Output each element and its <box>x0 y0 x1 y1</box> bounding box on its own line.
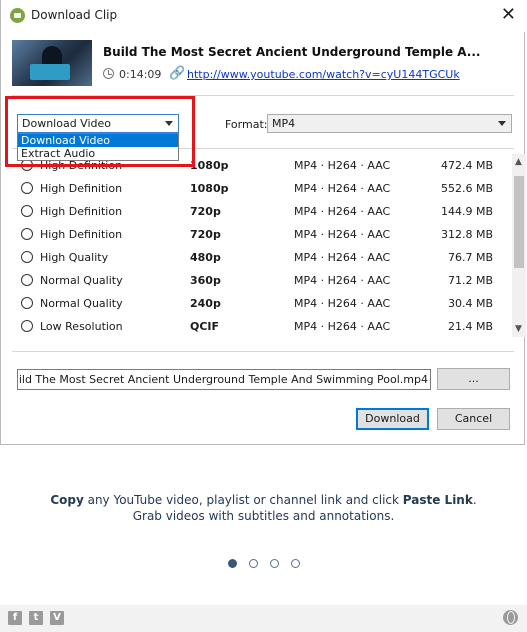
info-text: Copy any YouTube video, playlist or chan… <box>0 492 527 524</box>
info-paste-link: Paste Link <box>402 493 473 507</box>
mode-select[interactable]: Download Video <box>17 114 179 133</box>
quality-radio[interactable] <box>21 182 33 194</box>
quality-name: Normal Quality <box>40 274 123 287</box>
format-select[interactable]: MP4 <box>267 114 512 133</box>
quality-row[interactable]: Normal Quality 360p MP4 · H264 · AAC 71.… <box>12 269 512 292</box>
quality-list-scrollbar[interactable]: ▲ ▼ <box>512 154 526 337</box>
info-line1-end: . <box>472 493 477 507</box>
quality-resolution: 360p <box>190 274 221 287</box>
quality-row[interactable]: High Quality 480p MP4 · H264 · AAC 76.7 … <box>12 246 512 269</box>
quality-codec: MP4 · H264 · AAC <box>294 228 391 241</box>
quality-radio[interactable] <box>21 297 33 309</box>
quality-name: High Definition <box>40 205 123 218</box>
quality-resolution: 240p <box>190 297 221 310</box>
quality-size: 76.7 MB <box>447 251 493 264</box>
quality-name: Normal Quality <box>40 297 123 310</box>
video-url-link[interactable]: http://www.youtube.com/watch?v=cyU144TGC… <box>187 68 460 81</box>
cancel-button[interactable]: Cancel <box>437 408 510 430</box>
quality-row[interactable]: Low Resolution QCIF MP4 · H264 · AAC 21.… <box>12 315 512 337</box>
app-icon <box>10 8 25 23</box>
link-icon: 🔗 <box>169 66 186 81</box>
info-line1-mid: any YouTube video, playlist or channel l… <box>83 493 403 507</box>
quality-size: 552.6 MB <box>440 182 493 195</box>
quality-resolution: QCIF <box>190 320 220 333</box>
mode-option-download-video[interactable]: Download Video <box>18 134 178 147</box>
close-button[interactable]: ✕ <box>501 4 516 25</box>
scroll-up-icon[interactable]: ▲ <box>515 157 522 167</box>
quality-resolution: 1080p <box>190 182 229 195</box>
video-duration: 0:14:09 <box>119 68 162 81</box>
quality-radio[interactable] <box>21 274 33 286</box>
info-line-2: Grab videos with subtitles and annotatio… <box>132 509 395 523</box>
quality-size: 312.8 MB <box>440 228 493 241</box>
quality-size: 472.4 MB <box>440 159 493 172</box>
info-copy: Copy <box>50 493 84 507</box>
mode-dropdown-list: Download Video Extract Audio <box>17 133 179 161</box>
quality-codec: MP4 · H264 · AAC <box>294 251 391 264</box>
window-title: Download Clip <box>31 8 118 22</box>
quality-resolution: 720p <box>190 205 221 218</box>
footer-bar: f t V <box>0 605 527 632</box>
format-label: Format: <box>225 118 268 131</box>
vimeo-icon[interactable]: V <box>50 611 64 625</box>
chevron-down-icon <box>165 121 173 126</box>
quality-row[interactable]: High Definition 1080p MP4 · H264 · AAC 5… <box>12 177 512 200</box>
quality-size: 21.4 MB <box>447 320 493 333</box>
quality-codec: MP4 · H264 · AAC <box>294 182 391 195</box>
separator <box>12 95 514 96</box>
quality-codec: MP4 · H264 · AAC <box>294 159 391 172</box>
browse-button[interactable]: ... <box>437 368 510 390</box>
quality-radio[interactable] <box>21 251 33 263</box>
info-line-1: Copy any YouTube video, playlist or chan… <box>0 492 527 508</box>
pager-dot[interactable] <box>291 559 300 568</box>
save-path-value: wnloader/Build The Most Secret Ancient U… <box>18 373 428 386</box>
download-button[interactable]: Download <box>356 408 429 430</box>
quality-codec: MP4 · H264 · AAC <box>294 274 391 287</box>
quality-resolution: 1080p <box>190 159 229 172</box>
pager-dot[interactable] <box>228 559 237 568</box>
quality-codec: MP4 · H264 · AAC <box>294 320 391 333</box>
quality-name: Low Resolution <box>40 320 123 333</box>
chevron-down-icon <box>498 121 506 126</box>
video-thumbnail <box>12 40 92 86</box>
facebook-icon[interactable]: f <box>8 611 22 625</box>
format-select-value: MP4 <box>272 117 296 130</box>
quality-resolution: 480p <box>190 251 221 264</box>
mode-select-value: Download Video <box>22 117 111 130</box>
quality-row[interactable]: High Definition 720p MP4 · H264 · AAC 31… <box>12 223 512 246</box>
scroll-thumb[interactable] <box>514 176 524 268</box>
quality-row[interactable]: Normal Quality 240p MP4 · H264 · AAC 30.… <box>12 292 512 315</box>
pager-dot[interactable] <box>270 559 279 568</box>
quality-codec: MP4 · H264 · AAC <box>294 205 391 218</box>
quality-radio[interactable] <box>21 205 33 217</box>
quality-list: High Definition 1080p MP4 · H264 · AAC 4… <box>12 154 512 337</box>
scroll-down-icon[interactable]: ▼ <box>515 324 522 334</box>
quality-name: High Definition <box>40 182 123 195</box>
title-bar: Download Clip ✕ <box>1 0 527 32</box>
save-path-field[interactable]: wnloader/Build The Most Secret Ancient U… <box>17 369 431 390</box>
twitter-icon[interactable]: t <box>29 611 43 625</box>
quality-size: 144.9 MB <box>440 205 493 218</box>
quality-row[interactable]: High Definition 720p MP4 · H264 · AAC 14… <box>12 200 512 223</box>
quality-name: High Quality <box>40 251 109 264</box>
quality-size: 71.2 MB <box>447 274 493 287</box>
video-title: Build The Most Secret Ancient Undergroun… <box>103 45 481 59</box>
quality-radio[interactable] <box>21 228 33 240</box>
separator <box>12 351 514 352</box>
quality-radio[interactable] <box>21 320 33 332</box>
mode-option-extract-audio[interactable]: Extract Audio <box>18 147 178 160</box>
clock-icon <box>103 68 114 79</box>
quality-resolution: 720p <box>190 228 221 241</box>
pager-dot[interactable] <box>249 559 258 568</box>
download-clip-dialog: Download Clip ✕ Build The Most Secret An… <box>0 0 527 445</box>
quality-name: High Definition <box>40 228 123 241</box>
quality-size: 30.4 MB <box>447 297 493 310</box>
globe-icon[interactable] <box>503 610 518 625</box>
quality-codec: MP4 · H264 · AAC <box>294 297 391 310</box>
